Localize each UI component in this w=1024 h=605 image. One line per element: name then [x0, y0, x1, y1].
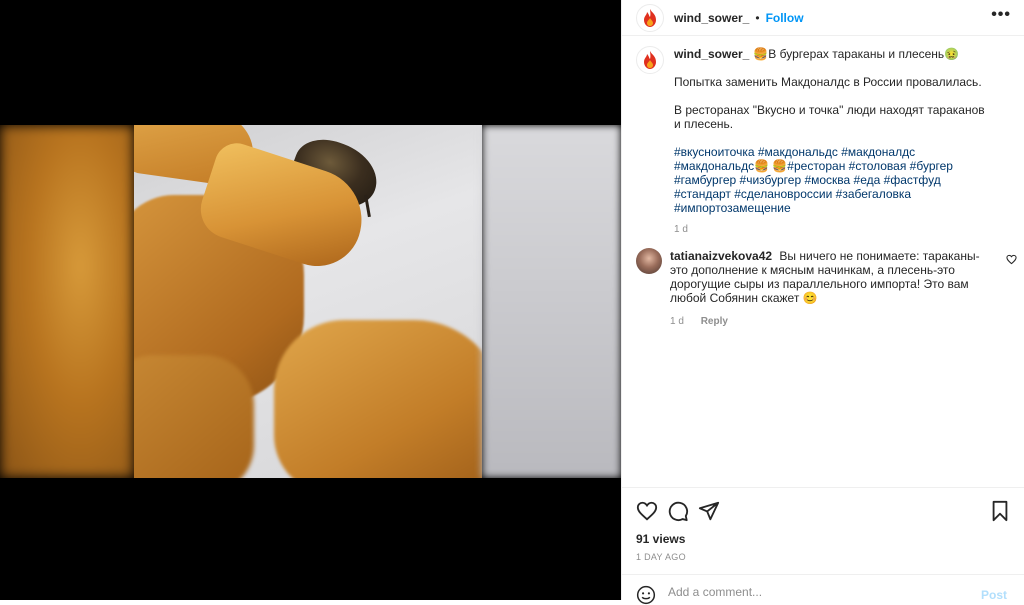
- follow-button[interactable]: Follow: [766, 11, 804, 25]
- emoji-icon[interactable]: [636, 585, 656, 605]
- post-photo[interactable]: [0, 125, 621, 478]
- add-comment-bar: Post: [622, 574, 1024, 605]
- comment-age: 1 d: [670, 316, 684, 327]
- post-header: wind_sower_ • Follow •••: [622, 0, 1024, 36]
- commenter-avatar[interactable]: [636, 248, 662, 274]
- caption-title: 🍔В бургерах тараканы и плесень🤢: [753, 47, 960, 61]
- share-send-icon[interactable]: [698, 500, 720, 522]
- comment-like-icon[interactable]: [1006, 254, 1017, 265]
- comment-meta: 1 d Reply: [670, 315, 992, 329]
- header-username[interactable]: wind_sower_: [674, 11, 749, 25]
- photo-main: [134, 125, 482, 478]
- post-side-panel: wind_sower_ • Follow ••• wind_sower_ 🍔В б…: [621, 0, 1024, 605]
- caption-age: 1 d: [674, 224, 688, 235]
- save-bookmark-icon[interactable]: [989, 500, 1011, 522]
- caption-avatar[interactable]: [636, 46, 664, 74]
- fire-logo-icon: [644, 51, 656, 69]
- reply-button[interactable]: Reply: [701, 316, 728, 327]
- add-comment-input[interactable]: [668, 585, 968, 599]
- fry: [274, 320, 482, 478]
- photo-blur-left: [0, 125, 134, 478]
- more-options-icon[interactable]: •••: [991, 6, 1011, 24]
- fire-logo-icon: [644, 8, 656, 27]
- like-heart-icon[interactable]: [636, 500, 658, 522]
- caption-text: wind_sower_ 🍔В бургерах тараканы и плесен…: [674, 36, 994, 237]
- comment-bubble-icon[interactable]: [667, 500, 689, 522]
- caption-line-1: Попытка заменить Макдоналдс в России про…: [674, 75, 982, 89]
- avatar[interactable]: [636, 3, 664, 32]
- fry: [134, 355, 254, 478]
- caption: wind_sower_ 🍔В бургерах тараканы и плесен…: [622, 36, 1024, 237]
- photo-blur-right: [482, 125, 621, 478]
- commenter-username[interactable]: tatianaizvekova42: [670, 249, 772, 263]
- separator-dot: •: [755, 10, 760, 25]
- views-count[interactable]: 91 views: [636, 532, 685, 546]
- post-media[interactable]: [0, 0, 621, 600]
- comment: tatianaizvekova42 Вы ничего не понимаете…: [636, 246, 1017, 329]
- action-bar: [622, 487, 1024, 538]
- caption-hashtags[interactable]: #вкусноиточка #макдональдс #макдоналдс #…: [674, 145, 994, 215]
- post-date: 1 DAY AGO: [636, 552, 686, 562]
- caption-username[interactable]: wind_sower_: [674, 47, 749, 61]
- caption-line-2: В ресторанах "Вкусно и точка" люди наход…: [674, 103, 985, 131]
- comment-body: tatianaizvekova42 Вы ничего не понимаете…: [670, 246, 992, 329]
